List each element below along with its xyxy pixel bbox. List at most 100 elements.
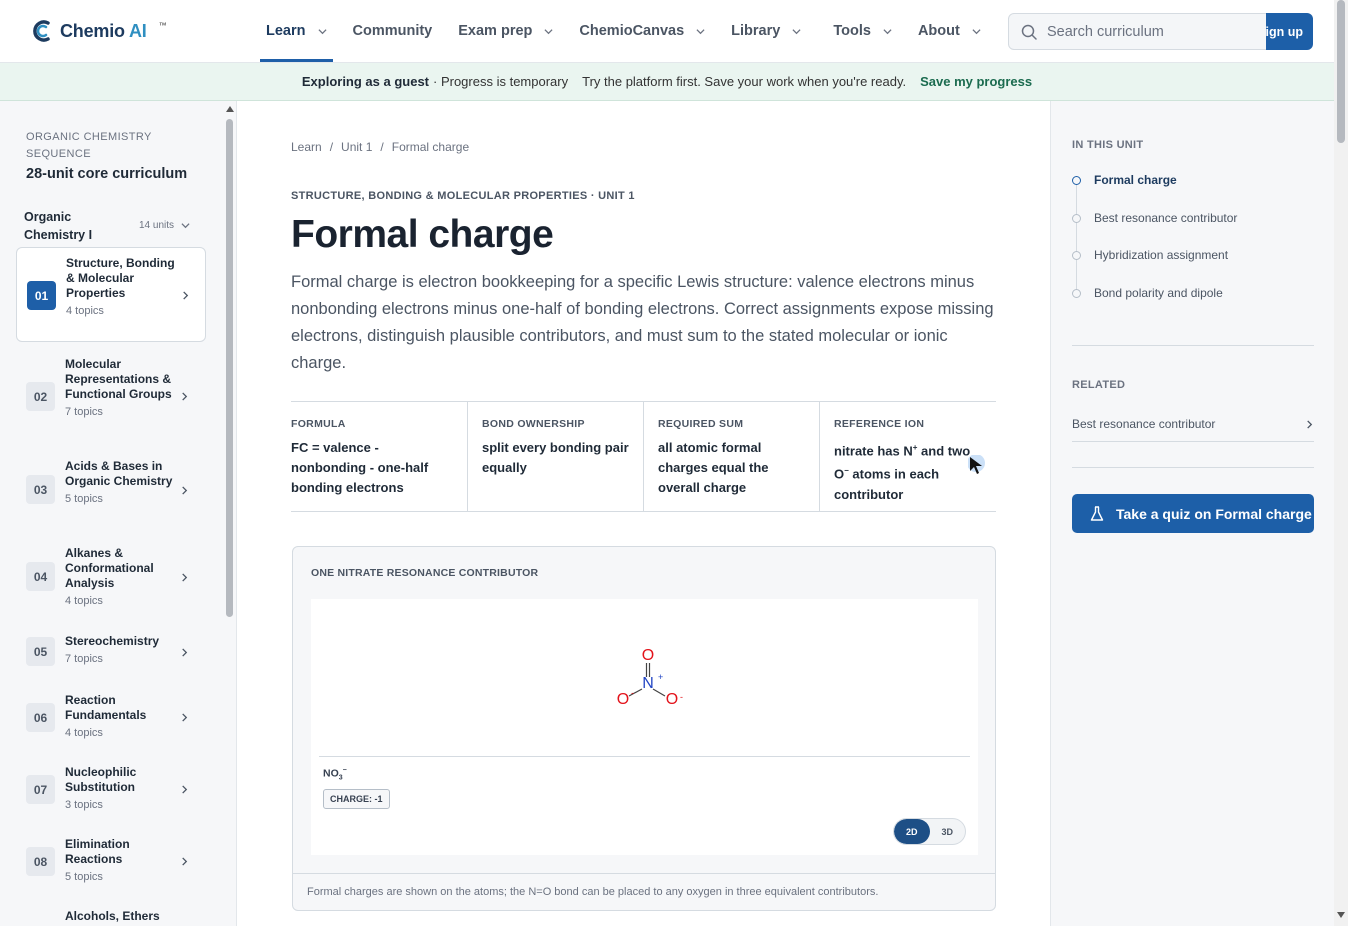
nav-about[interactable]: About <box>912 0 987 62</box>
sidebar-unit-09[interactable]: Alcohols, Ethers <box>16 909 206 926</box>
sidebar-unit-06[interactable]: 06 Reaction Fundamentals 4 topics <box>16 693 206 743</box>
oxygen-right-charge: - <box>680 692 683 702</box>
toc-item-hybridization[interactable]: Hybridization assignment <box>1072 248 1228 262</box>
scroll-down-arrow-icon <box>1337 912 1345 918</box>
nav-library[interactable]: Library <box>725 0 807 62</box>
nav-tools[interactable]: Tools <box>827 0 898 62</box>
chevron-right-icon <box>182 785 188 794</box>
fact-formula: FORMULA FC = valence - nonbonding - one-… <box>291 402 468 512</box>
molecule-viewer-card: ONE NITRATE RESONANCE CONTRIBUTOR O N + … <box>292 546 996 911</box>
key-facts-strip: FORMULA FC = valence - nonbonding - one-… <box>291 401 996 512</box>
lesson-intro: Formal charge is electron bookkeeping fo… <box>291 273 994 372</box>
course-group-name: Organic Chemistry I <box>24 210 93 242</box>
nav-exam-prep[interactable]: Exam prep <box>452 0 559 62</box>
related-label: RELATED <box>1072 379 1126 391</box>
chevron-down-icon <box>544 28 553 34</box>
guest-banner: Exploring as a guest · Progress is tempo… <box>0 63 1334 101</box>
trademark-mark: ™ <box>158 20 167 30</box>
take-quiz-button[interactable]: Take a quiz on Formal charge <box>1072 494 1314 533</box>
nav-community[interactable]: Community <box>347 0 439 62</box>
nav-learn[interactable]: Learn <box>260 0 333 62</box>
molecule-canvas[interactable]: O N + O - O - NO3− CHARGE: -1 2D 3D <box>311 599 978 855</box>
page-scrollbar[interactable] <box>1334 0 1348 926</box>
chevron-right-icon <box>182 392 188 401</box>
course-group-meta: 14 units <box>139 220 190 231</box>
breadcrumb-current: Formal charge <box>391 140 470 154</box>
save-progress-link[interactable]: Save my progress <box>920 74 1032 89</box>
sidebar-unit-02[interactable]: 02 Molecular Representations & Functiona… <box>16 357 206 437</box>
unit-name: Acids & Bases in Organic Chemistry <box>65 459 173 488</box>
breadcrumb-learn[interactable]: Learn <box>291 140 322 154</box>
unit-number: 08 <box>26 847 55 876</box>
toc-dot-icon <box>1072 175 1081 185</box>
divider <box>1072 467 1314 468</box>
sidebar-unit-05[interactable]: 05 Stereochemistry 7 topics <box>16 634 206 674</box>
page-title: Formal charge <box>291 213 554 256</box>
sidebar-unit-01[interactable]: 01 Structure, Bonding & Molecular Proper… <box>16 247 206 342</box>
unit-number: 07 <box>26 775 55 804</box>
sequence-title: 28-unit core curriculum <box>26 166 188 182</box>
course-group-toggle[interactable]: Organic Chemistry I 14 units <box>24 208 196 244</box>
nitrate-structure-diagram: O N + O - O - <box>617 647 683 708</box>
divider <box>1072 345 1314 346</box>
top-header: Chemio AI ™ Learn Community Exam prep Ch… <box>0 0 1334 63</box>
unit-eyebrow: STRUCTURE, BONDING & MOLECULAR PROPERTIE… <box>291 190 635 202</box>
chevron-down-icon <box>696 28 705 34</box>
oxygen-left-charge: - <box>631 688 634 698</box>
chevron-down-icon <box>792 28 801 34</box>
chemio-logo-icon <box>33 20 50 42</box>
chevron-down-icon <box>883 28 892 34</box>
toc-item-formal-charge[interactable]: Formal charge <box>1072 173 1177 187</box>
search-box <box>1008 13 1270 50</box>
unit-number: 05 <box>26 637 55 666</box>
brand-logo[interactable]: Chemio AI ™ <box>30 18 167 44</box>
sign-up-button[interactable]: Sign up <box>1266 13 1313 50</box>
search-input[interactable] <box>1047 23 1257 40</box>
view-3d-button[interactable]: 3D <box>930 819 966 844</box>
molecule-formula: NO3− <box>323 767 347 782</box>
unit-number: 06 <box>26 703 55 732</box>
nitrogen-charge: + <box>658 672 663 682</box>
unit-name: Alkanes & Conformational Analysis <box>65 546 154 590</box>
oxygen-atom-left: O <box>617 691 629 708</box>
chevron-right-icon <box>182 486 188 495</box>
chevron-right-icon <box>182 648 188 657</box>
sidebar-unit-03[interactable]: 03 Acids & Bases in Organic Chemistry 5 … <box>16 459 206 524</box>
sidebar-scrollbar[interactable] <box>223 101 236 926</box>
chevron-down-icon <box>317 28 327 34</box>
oxygen-atom-right: O <box>666 691 678 708</box>
unit-topic-count: 7 topics <box>65 406 103 418</box>
unit-name: Molecular Representations & Functional G… <box>65 357 172 401</box>
chevron-down-icon <box>181 223 190 229</box>
chevron-right-icon <box>182 857 188 866</box>
sidebar-unit-04[interactable]: 04 Alkanes & Conformational Analysis 4 t… <box>16 546 206 611</box>
toc-dot-icon <box>1072 213 1081 223</box>
sidebar-unit-08[interactable]: 08 Elimination Reactions 5 topics <box>16 837 206 887</box>
breadcrumb-unit[interactable]: Unit 1 <box>341 140 372 154</box>
chevron-right-icon <box>182 573 188 582</box>
lesson-content: Learn / Unit 1/ Formal charge STRUCTURE, … <box>237 101 1050 926</box>
nav-chemiocanvas[interactable]: ChemioCanvas <box>573 0 711 62</box>
unit-topic-count: 4 topics <box>66 305 104 317</box>
chevron-right-icon <box>182 713 188 722</box>
toc-item-best-resonance[interactable]: Best resonance contributor <box>1072 211 1237 225</box>
unit-number: 01 <box>27 281 56 310</box>
sidebar-unit-07[interactable]: 07 Nucleophilic Substitution 3 topics <box>16 765 206 815</box>
unit-name: Structure, Bonding & Molecular Propertie… <box>66 256 175 300</box>
chevron-right-icon <box>183 291 189 300</box>
page-scrollbar-thumb[interactable] <box>1337 0 1345 143</box>
chevron-right-icon <box>1307 419 1313 429</box>
unit-topic-count: 7 topics <box>65 653 103 665</box>
brand-name: Chemio AI <box>60 20 147 41</box>
related-link-best-resonance[interactable]: Best resonance contributor <box>1072 417 1314 431</box>
view-2d-button[interactable]: 2D <box>894 819 930 844</box>
molecule-caption: Formal charges are shown on the atoms; t… <box>293 873 995 910</box>
unit-number: 04 <box>26 562 55 591</box>
in-this-unit-label: IN THIS UNIT <box>1072 139 1144 151</box>
curriculum-sidebar: ORGANIC CHEMISTRY SEQUENCE 28-unit core … <box>0 101 237 926</box>
toc-item-bond-polarity[interactable]: Bond polarity and dipole <box>1072 286 1223 300</box>
sidebar-scrollbar-thumb[interactable] <box>226 119 233 617</box>
molecule-card-label: ONE NITRATE RESONANCE CONTRIBUTOR <box>311 567 539 579</box>
charge-badge: CHARGE: -1 <box>323 789 390 809</box>
unit-topic-count: 4 topics <box>65 727 103 739</box>
